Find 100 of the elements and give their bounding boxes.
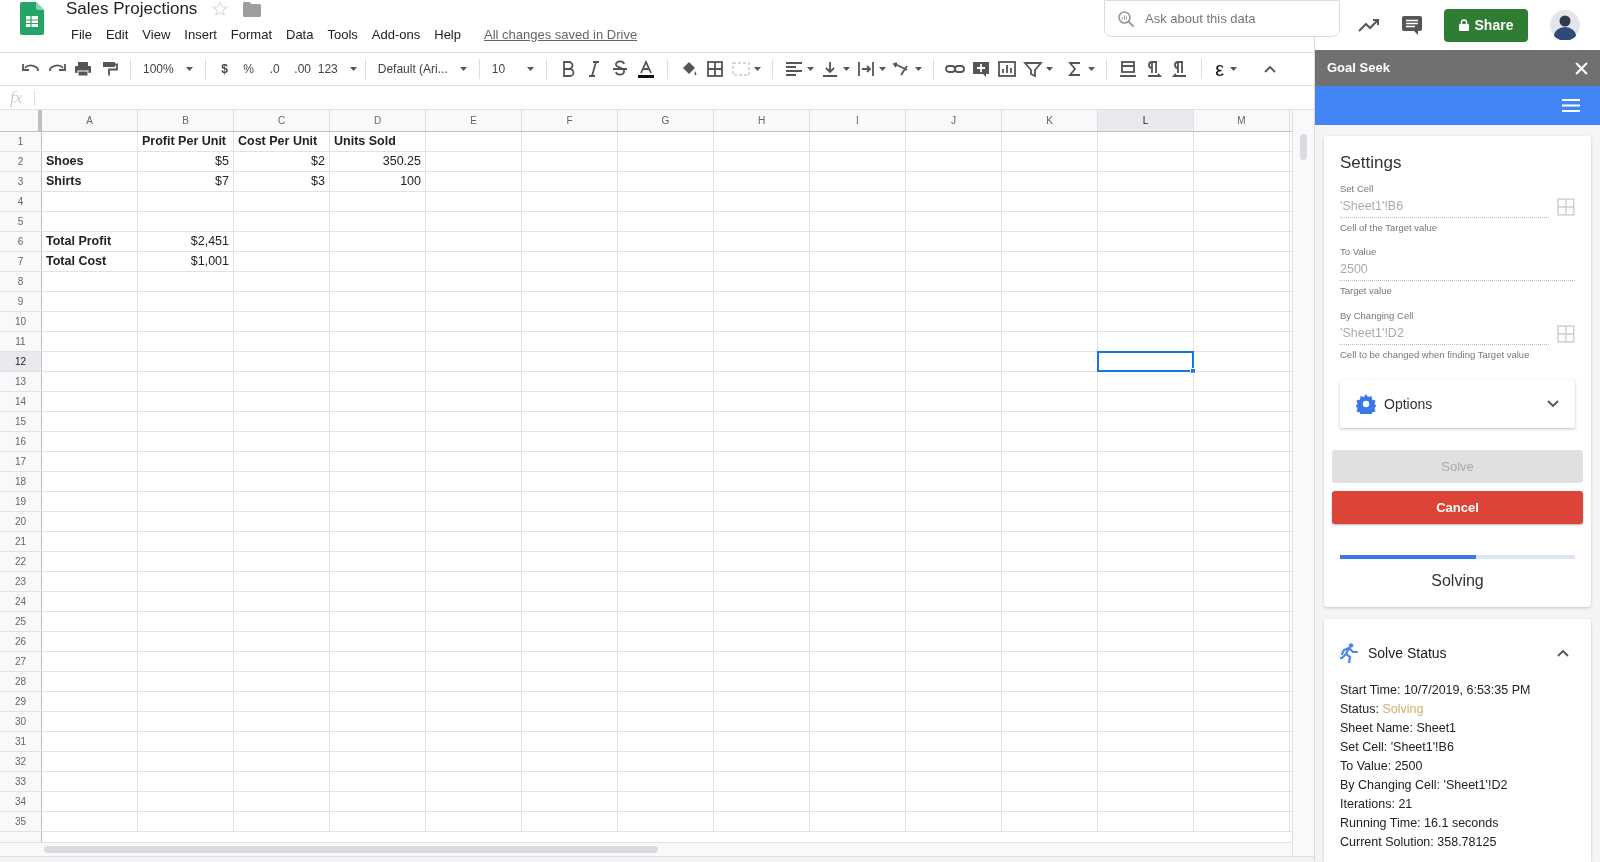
cell[interactable]: $1,001	[138, 252, 233, 271]
text-color-icon[interactable]	[635, 60, 656, 78]
menu-item[interactable]: Format	[225, 25, 277, 45]
running-person-icon[interactable]	[1340, 643, 1358, 663]
trend-icon[interactable]	[1358, 18, 1380, 32]
row-header[interactable]: 21	[0, 532, 42, 551]
align-icon[interactable]	[783, 60, 804, 78]
folder-icon[interactable]	[243, 1, 262, 17]
row-header[interactable]: 3	[0, 172, 42, 191]
row-header[interactable]: 28	[0, 672, 42, 691]
caret-icon[interactable]	[842, 67, 850, 71]
row-header[interactable]: 19	[0, 492, 42, 511]
row-header[interactable]: 12	[0, 352, 42, 371]
cell[interactable]: Total Profit	[42, 232, 137, 251]
menu-item[interactable]: Insert	[179, 25, 222, 45]
row-header[interactable]: 27	[0, 652, 42, 671]
merge-cells-icon[interactable]	[730, 60, 751, 78]
cell[interactable]: Cost Per Unit	[234, 132, 329, 151]
chevron-icon[interactable]	[1557, 649, 1569, 657]
options-expander[interactable]: Options	[1340, 380, 1575, 428]
caret-icon[interactable]	[753, 67, 761, 71]
gear-icon[interactable]	[1356, 394, 1376, 414]
caret-icon[interactable]	[1229, 67, 1237, 71]
column-header[interactable]: B	[138, 110, 234, 131]
menu-item[interactable]: Tools	[322, 25, 363, 45]
cell[interactable]: $7	[138, 172, 233, 191]
avatar-icon[interactable]	[1550, 10, 1580, 40]
search-icon[interactable]	[1117, 9, 1135, 28]
number-format-dropdown[interactable]: 123	[317, 57, 357, 81]
row-header[interactable]: 11	[0, 332, 42, 351]
column-header[interactable]: L	[1098, 110, 1194, 131]
column-header[interactable]: C	[234, 110, 330, 131]
row-header[interactable]: 4	[0, 192, 42, 211]
decrease-decimals-button[interactable]: .0	[261, 57, 288, 81]
search-field[interactable]: Ask about this data	[1104, 0, 1340, 37]
row-header[interactable]: 1	[0, 132, 42, 151]
menu-item[interactable]: Help	[429, 25, 466, 45]
status-expander[interactable]: Solve Status	[1340, 641, 1575, 665]
borders-icon[interactable]	[704, 60, 725, 78]
column-header[interactable]: I	[810, 110, 906, 131]
zoom-dropdown[interactable]: 100%	[139, 57, 197, 81]
sheets-logo-icon[interactable]	[20, 2, 44, 35]
font-size-dropdown[interactable]: 10	[487, 57, 538, 81]
font-dropdown[interactable]: Default (Ari...	[373, 57, 471, 81]
menu-item[interactable]: Data	[281, 25, 319, 45]
insert-comment-icon[interactable]	[970, 60, 991, 78]
column-header[interactable]: G	[618, 110, 714, 131]
text-wrap-icon[interactable]	[855, 60, 876, 78]
row-header[interactable]: 32	[0, 752, 42, 771]
collapse-icon[interactable]	[1264, 65, 1276, 73]
row-header[interactable]: 22	[0, 552, 42, 571]
row-header[interactable]: 2	[0, 152, 42, 171]
comment-icon[interactable]	[1402, 15, 1422, 35]
freeze-icon[interactable]	[1117, 60, 1138, 78]
cell[interactable]: Shoes	[42, 152, 137, 171]
star-icon[interactable]	[211, 0, 230, 18]
column-header[interactable]: H	[714, 110, 810, 131]
column-header[interactable]: D	[330, 110, 426, 131]
row-header[interactable]: 26	[0, 632, 42, 651]
cell[interactable]: $3	[234, 172, 329, 191]
row-header[interactable]: 8	[0, 272, 42, 291]
chart-icon[interactable]	[996, 60, 1017, 78]
row-header[interactable]: 29	[0, 692, 42, 711]
caret-icon[interactable]	[1087, 67, 1095, 71]
cell[interactable]: 100	[330, 172, 425, 191]
close-icon[interactable]	[1575, 61, 1588, 75]
percent-button[interactable]: %	[235, 57, 262, 81]
selected-cell[interactable]	[1097, 351, 1194, 372]
row-header[interactable]: 31	[0, 732, 42, 751]
row-header[interactable]: 10	[0, 312, 42, 331]
row-header[interactable]: 25	[0, 612, 42, 631]
caret-icon[interactable]	[1045, 67, 1053, 71]
row-header[interactable]: 16	[0, 432, 42, 451]
row-header[interactable]: 33	[0, 772, 42, 791]
save-status-link[interactable]: All changes saved in Drive	[484, 25, 638, 45]
row-header[interactable]: 24	[0, 592, 42, 611]
lock-icon[interactable]	[1458, 19, 1469, 31]
row-header[interactable]: 30	[0, 712, 42, 731]
row-header[interactable]: 18	[0, 472, 42, 491]
cell[interactable]: $2	[234, 152, 329, 171]
row-header[interactable]: 20	[0, 512, 42, 531]
row-header[interactable]: 14	[0, 392, 42, 411]
column-header[interactable]: A	[42, 110, 138, 131]
cell[interactable]: Units Sold	[330, 132, 425, 151]
row-header[interactable]: 7	[0, 252, 42, 271]
column-header[interactable]: F	[522, 110, 618, 131]
cell[interactable]: Shirts	[42, 172, 137, 191]
share-button[interactable]: Share	[1444, 8, 1528, 42]
row-header[interactable]: 15	[0, 412, 42, 431]
row-header[interactable]: 34	[0, 792, 42, 811]
caret-icon[interactable]	[914, 67, 922, 71]
print-icon[interactable]	[73, 60, 93, 78]
column-header[interactable]: J	[906, 110, 1002, 131]
chevron-icon[interactable]	[1547, 400, 1559, 408]
menu-item[interactable]: File	[66, 25, 97, 45]
cancel-button[interactable]: Cancel	[1332, 491, 1583, 524]
row-header[interactable]: 6	[0, 232, 42, 251]
equation-button[interactable]: ε	[1209, 57, 1230, 81]
caret-icon[interactable]	[806, 67, 814, 71]
cell[interactable]: $2,451	[138, 232, 233, 251]
